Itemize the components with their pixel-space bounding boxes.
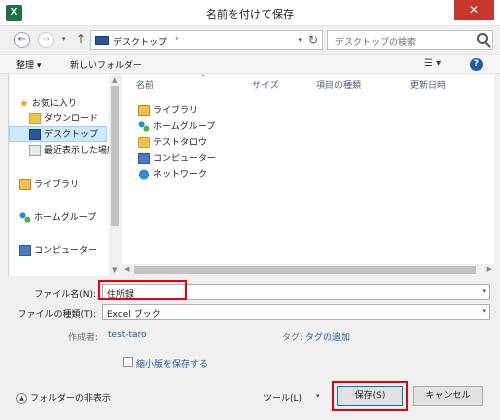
list-item[interactable]: ホームグループ: [138, 119, 215, 134]
nav-item-label: ダウンロード: [44, 114, 99, 124]
nav-item-label: ライブラリ: [34, 180, 80, 190]
scroll-right-icon[interactable]: ▶: [487, 265, 492, 273]
sort-indicator-icon: ^: [200, 74, 206, 82]
homegroup-icon: [138, 121, 150, 132]
refresh-icon[interactable]: ↻: [308, 33, 318, 47]
nav-item-label: ホームグループ: [34, 213, 97, 223]
item-name: テストタロウ: [153, 138, 208, 148]
view-options-button[interactable]: ☰ ▾: [424, 58, 441, 69]
libraries-icon: [19, 179, 31, 190]
command-bar: 整理 ▾ 新しいフォルダー ☰ ▾ ?: [0, 54, 500, 74]
column-header-modified[interactable]: 更新日時: [410, 78, 446, 91]
filetype-label: ファイルの種類(T):: [17, 310, 96, 320]
hide-folders-label: フォルダーの非表示: [30, 394, 112, 404]
filetype-select[interactable]: Excel ブック ▾: [102, 304, 490, 320]
computer-icon: [19, 245, 31, 256]
chevron-right-icon[interactable]: ›: [175, 34, 179, 44]
nav-item-recent-places[interactable]: 最近表示した場所: [29, 143, 109, 158]
save-thumbnail-label[interactable]: 縮小版を保存する: [136, 357, 208, 370]
scrollbar-thumb[interactable]: [111, 86, 119, 226]
nav-item-desktop[interactable]: デスクトップ: [29, 127, 109, 142]
nav-item-downloads[interactable]: ダウンロード: [29, 111, 109, 126]
dialog-footer: ▲ フォルダーの非表示 ツール(L) ▾ 保存(S) キャンセル: [0, 378, 500, 420]
address-bar[interactable]: デスクトップ › ▾ ↻: [90, 30, 323, 50]
item-name: ネットワーク: [153, 170, 208, 180]
search-placeholder: デスクトップの検索: [335, 38, 417, 48]
nav-pane-scrollbar[interactable]: ▲ ▼: [109, 74, 121, 276]
column-header-size[interactable]: サイズ: [252, 78, 279, 91]
recent-locations-dropdown[interactable]: ▾: [62, 35, 66, 43]
filename-label: ファイル名(N):: [34, 290, 96, 300]
list-item[interactable]: コンピューター: [138, 151, 216, 166]
navigation-pane: ★ お気に入り ダウンロード デスクトップ 最近表示した場所 ライブラリ ホームグ…: [8, 74, 121, 276]
nav-item-favorites[interactable]: ★ お気に入り: [19, 96, 119, 111]
hide-folders-button[interactable]: ▲ フォルダーの非表示: [16, 391, 111, 404]
filetype-value: Excel ブック: [107, 310, 161, 320]
scroll-down-icon[interactable]: ▼: [112, 266, 117, 274]
nav-item-computer[interactable]: コンピューター: [19, 243, 119, 258]
collapse-up-icon: ▲: [16, 393, 27, 404]
star-icon: ★: [19, 97, 29, 110]
tags-value[interactable]: タグの追加: [305, 330, 350, 343]
help-icon[interactable]: ?: [470, 58, 483, 71]
search-box[interactable]: デスクトップの検索: [327, 30, 493, 50]
back-button[interactable]: ←: [14, 32, 30, 48]
search-icon[interactable]: [477, 33, 488, 44]
cancel-button[interactable]: キャンセル: [413, 386, 483, 406]
column-header-name[interactable]: 名前: [136, 78, 154, 91]
address-dropdown[interactable]: ▾: [298, 36, 302, 44]
forward-button[interactable]: →: [38, 32, 54, 48]
horizontal-scrollbar[interactable]: ◀ ▶: [122, 264, 494, 276]
libraries-icon: [138, 105, 150, 116]
author-label: 作成者:: [68, 333, 99, 343]
highlight-box-filename: [98, 280, 187, 300]
network-icon: [138, 169, 150, 180]
address-path[interactable]: デスクトップ: [113, 35, 167, 48]
column-header-type[interactable]: 項目の種類: [316, 78, 361, 91]
window-title: 名前を付けて保存: [206, 8, 294, 21]
navigation-bar: ← → ▾ ↑ デスクトップ › ▾ ↻ デスクトップの検索: [0, 26, 500, 54]
nav-item-libraries[interactable]: ライブラリ: [19, 177, 119, 192]
close-button[interactable]: ✕: [454, 0, 494, 20]
file-list-pane: 名前 ^ サイズ 項目の種類 更新日時 ライブラリ ホームグループ テストタロウ…: [122, 74, 494, 276]
nav-item-homegroup[interactable]: ホームグループ: [19, 210, 119, 225]
up-button[interactable]: ↑: [76, 32, 86, 46]
item-name: ライブラリ: [153, 106, 199, 116]
tools-button[interactable]: ツール(L): [263, 391, 302, 404]
title-bar: X 名前を付けて保存 ✕: [0, 0, 500, 26]
author-value[interactable]: test-taro: [108, 330, 147, 340]
scrollbar-thumb[interactable]: [134, 266, 476, 274]
up-arrow-icon: ↑: [76, 32, 87, 46]
chevron-down-icon[interactable]: ▾: [482, 307, 486, 315]
back-arrow-icon: ←: [17, 34, 27, 45]
nav-item-label: デスクトップ: [44, 130, 99, 140]
recent-places-icon: [29, 145, 41, 156]
scroll-up-icon[interactable]: ▲: [112, 76, 117, 84]
nav-item-label: お気に入り: [31, 99, 77, 109]
user-folder-icon: [138, 137, 150, 148]
save-thumbnail-checkbox[interactable]: [123, 357, 133, 367]
highlight-box-save: [332, 381, 408, 411]
downloads-folder-icon: [29, 113, 41, 124]
list-item[interactable]: ライブラリ: [138, 103, 198, 118]
computer-icon: [138, 153, 150, 164]
list-item[interactable]: ネットワーク: [138, 167, 207, 182]
tags-label: タグ:: [282, 333, 304, 343]
nav-item-label: 最近表示した場所: [44, 146, 109, 156]
item-name: コンピューター: [153, 154, 217, 164]
new-folder-button[interactable]: 新しいフォルダー: [70, 58, 142, 71]
chevron-down-icon[interactable]: ▾: [482, 287, 486, 295]
tools-dropdown-icon[interactable]: ▾: [316, 392, 320, 400]
nav-item-label: コンピューター: [34, 246, 98, 256]
organize-button[interactable]: 整理 ▾: [16, 58, 41, 71]
forward-arrow-icon: →: [41, 34, 51, 45]
desktop-icon: [29, 129, 41, 140]
list-item[interactable]: テストタロウ: [138, 135, 207, 150]
scroll-left-icon[interactable]: ◀: [124, 265, 129, 273]
desktop-icon: [95, 36, 109, 45]
homegroup-icon: [19, 212, 31, 223]
item-name: ホームグループ: [153, 122, 216, 132]
